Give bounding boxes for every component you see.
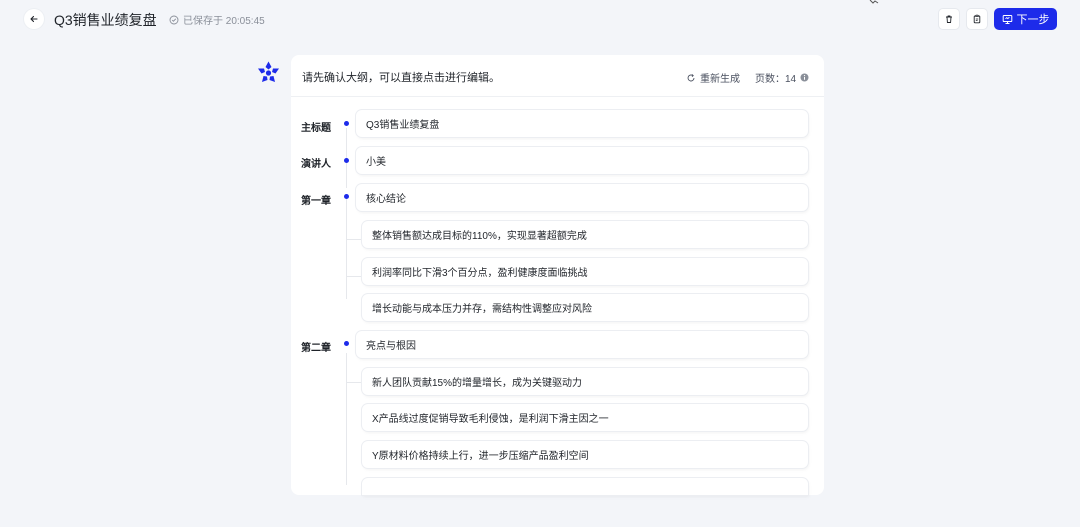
clipboard-icon xyxy=(973,14,981,24)
main-title-field[interactable]: Q3销售业绩复盘 xyxy=(356,110,808,137)
save-status: 已保存于 20:05:45 xyxy=(169,12,265,27)
top-bar: Q3销售业绩复盘 已保存于 20:05:45 下一步 xyxy=(0,0,1080,38)
next-step-label: 下一步 xyxy=(1016,14,1050,26)
speaker-label: 演讲人 xyxy=(301,159,331,170)
chapter-point-field[interactable] xyxy=(362,478,808,495)
node-dot xyxy=(344,158,349,163)
page-count: 页数：14 xyxy=(755,70,809,85)
trash-icon xyxy=(946,15,952,23)
tree-connector xyxy=(346,382,362,383)
presentation-icon xyxy=(1002,14,1012,24)
chapter-title-field[interactable]: 亮点与根因 xyxy=(356,331,808,358)
outline-prompt: 请先确认大纲，可以直接点击进行编辑。 xyxy=(302,72,500,84)
regenerate-button[interactable]: 重新生成 xyxy=(686,70,740,85)
speaker-field[interactable]: 小美 xyxy=(356,147,808,174)
tree-connector xyxy=(346,353,347,485)
chapter-point-field[interactable]: X产品线过度促销导致毛利侵蚀，是利润下滑主因之一 xyxy=(362,404,808,431)
cursor-icon xyxy=(869,0,879,4)
check-circle-icon xyxy=(169,15,179,24)
tree-connector xyxy=(346,239,362,240)
chapter-point-field[interactable]: 增长动能与成本压力并存，需结构性调整应对风险 xyxy=(362,294,808,321)
refresh-icon xyxy=(687,73,695,81)
save-status-text: 已保存于 20:05:45 xyxy=(183,16,265,27)
chapter-point-field[interactable]: Y原材料价格持续上行，进一步压缩产品盈利空间 xyxy=(362,441,808,468)
next-step-button[interactable]: 下一步 xyxy=(994,8,1057,30)
back-arrow-icon xyxy=(30,15,38,23)
chapter-point-field[interactable]: 整体销售额达成目标的110%，实现显著超额完成 xyxy=(362,221,808,248)
outline-card: 请先确认大纲，可以直接点击进行编辑。 重新生成 页数：14 主标题 Q3销售业绩… xyxy=(291,55,824,495)
node-dot xyxy=(344,341,349,346)
tree-connector xyxy=(346,276,362,277)
chapter-label: 第二章 xyxy=(301,343,331,354)
delete-button[interactable] xyxy=(939,9,959,29)
tree-connector xyxy=(346,199,347,299)
node-dot xyxy=(344,194,349,199)
chapter-point-field[interactable]: 新人团队贡献15%的增量增长，成为关键驱动力 xyxy=(362,368,808,395)
chapter-title-field[interactable]: 核心结论 xyxy=(356,184,808,211)
chapter-label: 第一章 xyxy=(301,196,331,207)
chapter-point-field[interactable]: 利润率同比下滑3个百分点，盈利健康度面临挑战 xyxy=(362,258,808,285)
outline-header: 请先确认大纲，可以直接点击进行编辑。 重新生成 页数：14 xyxy=(291,55,824,97)
info-icon[interactable] xyxy=(800,73,809,82)
regenerate-label: 重新生成 xyxy=(700,74,740,85)
copy-button[interactable] xyxy=(967,9,987,29)
app-logo xyxy=(258,61,279,82)
document-title[interactable]: Q3销售业绩复盘 xyxy=(54,10,157,30)
node-dot xyxy=(344,121,349,126)
page-count-label: 页数：14 xyxy=(755,74,797,85)
main-title-label: 主标题 xyxy=(301,123,331,134)
back-button[interactable] xyxy=(24,9,44,29)
